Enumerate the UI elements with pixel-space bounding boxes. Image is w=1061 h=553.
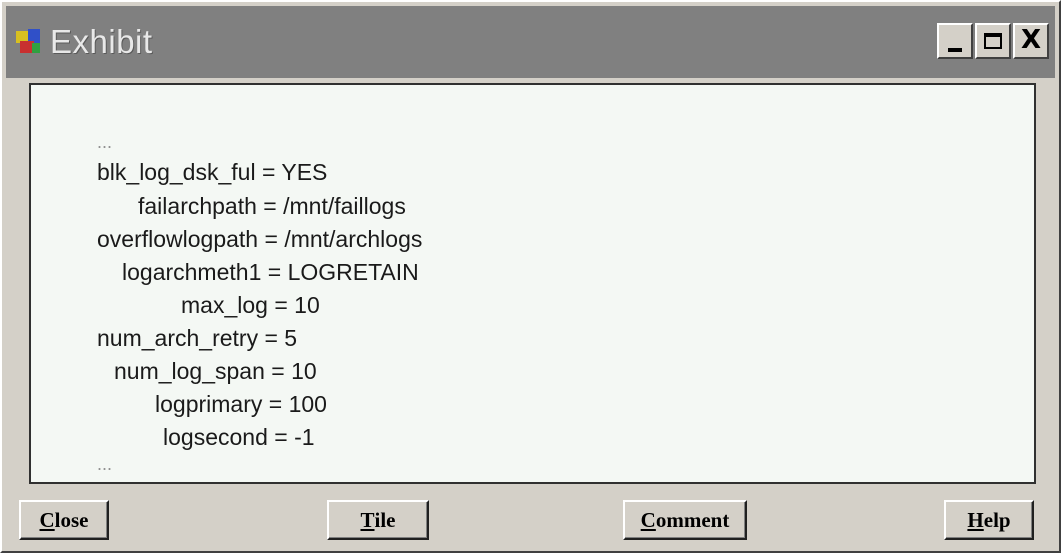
ellipsis-bottom: ... [97, 454, 113, 474]
close-icon: X [1020, 25, 1042, 55]
comment-button-label: omment [655, 507, 730, 532]
config-line-num-log-span: num_log_span = 10 [114, 358, 317, 384]
config-line-blk-log-dsk-ful: blk_log_dsk_ful = YES [97, 159, 328, 185]
maximize-icon [984, 33, 1002, 49]
maximize-button[interactable] [975, 23, 1011, 59]
window-title: Exhibit [50, 23, 153, 60]
close-button[interactable]: Close [19, 500, 109, 540]
help-button[interactable]: Help [944, 500, 1034, 540]
comment-button[interactable]: Comment [623, 500, 747, 540]
minimize-button[interactable] [937, 23, 973, 59]
window-controls: X [937, 23, 1049, 59]
close-button-mnemonic: C [39, 507, 55, 532]
app-icon [14, 27, 44, 57]
config-line-num-arch-retry: num_arch_retry = 5 [97, 325, 298, 351]
config-line-overflowlogpath: overflowlogpath = /mnt/archlogs [97, 226, 423, 252]
tile-button-mnemonic: T [360, 507, 375, 532]
help-button-mnemonic: H [967, 507, 984, 532]
close-button-label: lose [54, 507, 89, 532]
config-line-logprimary: logprimary = 100 [155, 391, 327, 417]
config-line-failarchpath: failarchpath = /mnt/faillogs [138, 193, 406, 219]
config-line-logsecond: logsecond = -1 [163, 424, 315, 450]
minimize-icon [948, 48, 962, 52]
help-button-label: elp [983, 507, 1011, 532]
close-window-button[interactable]: X [1013, 23, 1049, 59]
exhibit-window: Exhibit X ... blk_log_dsk_ful = YES fail… [0, 0, 1061, 553]
comment-button-mnemonic: C [640, 507, 656, 532]
config-line-logarchmeth1: logarchmeth1 = LOGRETAIN [122, 259, 419, 285]
config-line-max-log: max_log = 10 [181, 292, 320, 318]
tile-button-label: ile [374, 507, 396, 532]
exhibit-content: ... blk_log_dsk_ful = YES failarchpath =… [29, 83, 1036, 484]
tile-button[interactable]: Tile [327, 500, 429, 540]
ellipsis-top: ... [97, 132, 113, 152]
title-bar[interactable]: Exhibit X [6, 6, 1055, 78]
